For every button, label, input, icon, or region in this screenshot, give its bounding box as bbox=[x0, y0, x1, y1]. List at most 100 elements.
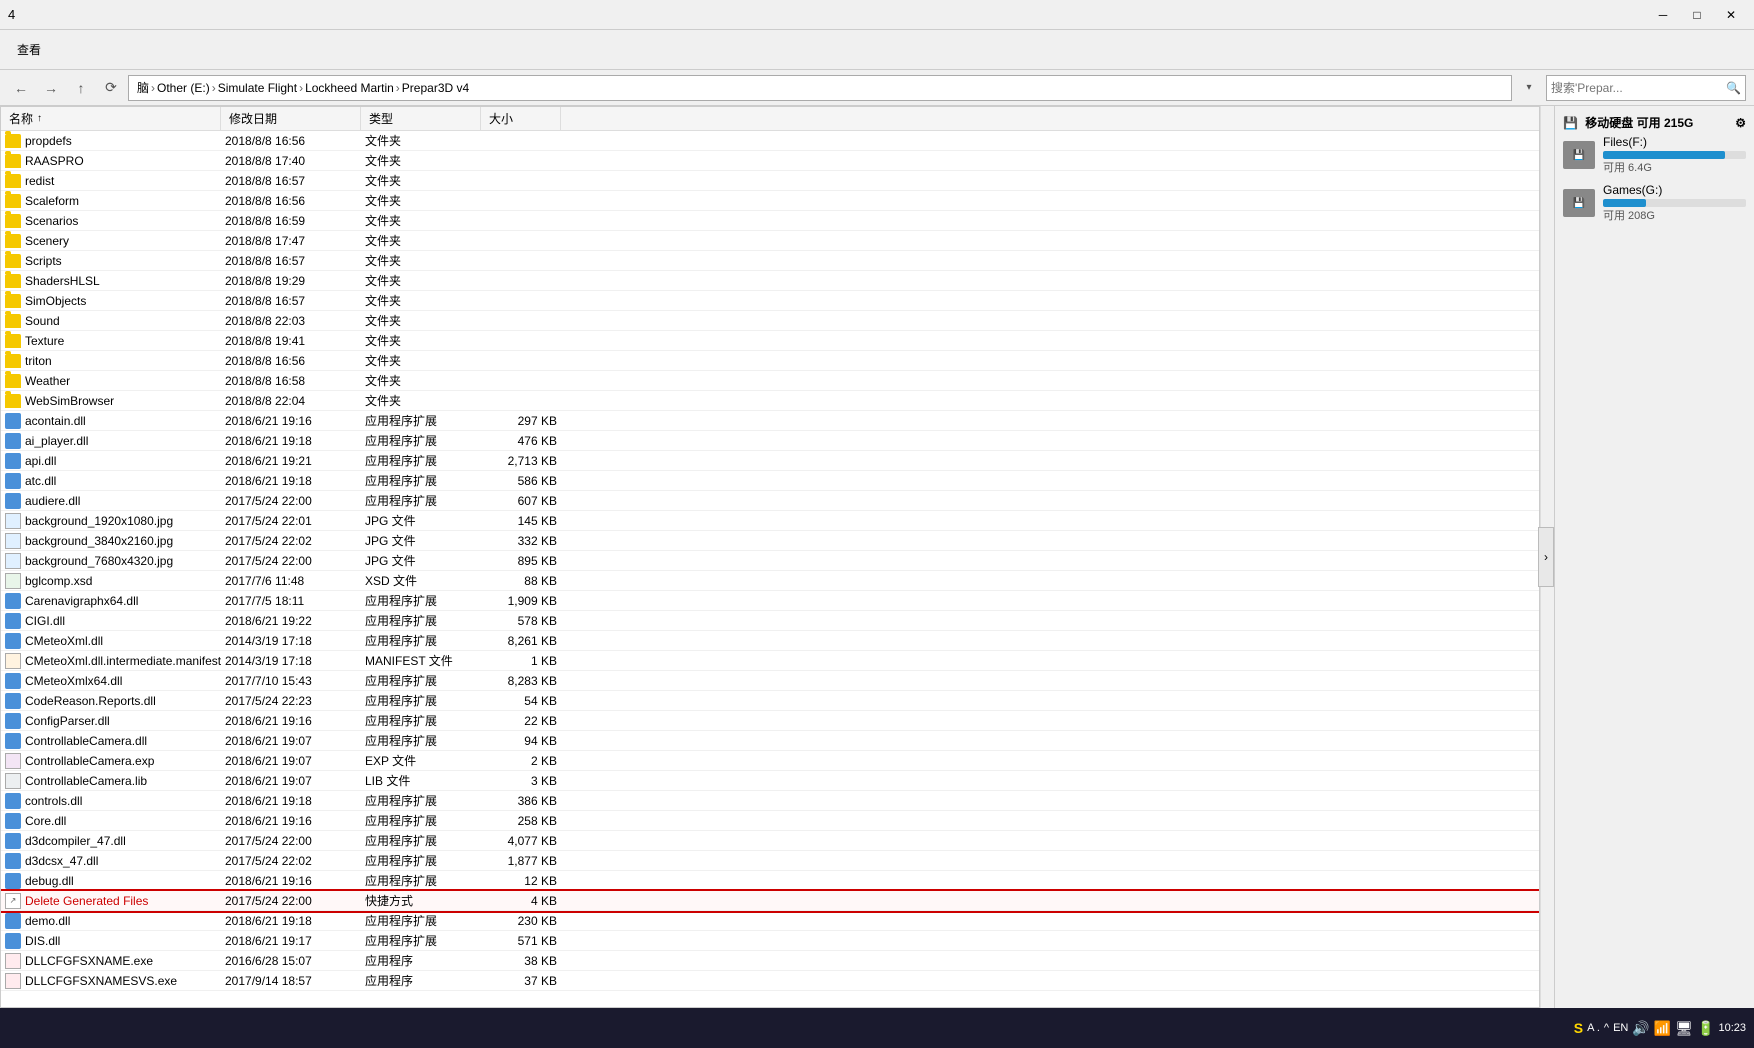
taskbar: S A . ^ EN 🔊 📶 🖥 🔋 10:23 bbox=[0, 1008, 1754, 1048]
file-type: 应用程序扩展 bbox=[361, 811, 481, 830]
file-date: 2018/8/8 16:59 bbox=[221, 211, 361, 230]
table-row[interactable]: d3dcompiler_47.dll2017/5/24 22:00应用程序扩展4… bbox=[1, 831, 1539, 851]
file-name-label: Scripts bbox=[25, 254, 62, 268]
table-row[interactable]: Core.dll2018/6/21 19:16应用程序扩展258 KB bbox=[1, 811, 1539, 831]
taskbar-battery-icon[interactable]: 🔋 bbox=[1697, 1020, 1714, 1037]
file-name-label: Core.dll bbox=[25, 814, 66, 828]
col-header-date[interactable]: 修改日期 bbox=[221, 107, 361, 130]
table-row[interactable]: SimObjects2018/8/8 16:57文件夹 bbox=[1, 291, 1539, 311]
file-type: 文件夹 bbox=[361, 351, 481, 370]
table-row[interactable]: triton2018/8/8 16:56文件夹 bbox=[1, 351, 1539, 371]
dropdown-button[interactable]: ▾ bbox=[1516, 75, 1542, 101]
table-row[interactable]: d3dcsx_47.dll2017/5/24 22:02应用程序扩展1,877 … bbox=[1, 851, 1539, 871]
table-row[interactable]: ↗Delete Generated Files2017/5/24 22:00快捷… bbox=[1, 891, 1539, 911]
table-row[interactable]: background_7680x4320.jpg2017/5/24 22:00J… bbox=[1, 551, 1539, 571]
file-type: MANIFEST 文件 bbox=[361, 651, 481, 670]
breadcrumb-other-e[interactable]: Other (E:) bbox=[157, 81, 210, 95]
maximize-button[interactable]: □ bbox=[1682, 5, 1712, 25]
table-row[interactable]: ControllableCamera.exp2018/6/21 19:07EXP… bbox=[1, 751, 1539, 771]
file-size: 3 KB bbox=[481, 771, 561, 790]
table-row[interactable]: WebSimBrowser2018/8/8 22:04文件夹 bbox=[1, 391, 1539, 411]
refresh-button[interactable]: ⟳ bbox=[98, 75, 124, 101]
taskbar-monitor-icon[interactable]: 🖥 bbox=[1675, 1020, 1693, 1037]
file-size bbox=[481, 311, 561, 330]
minimize-button[interactable]: ─ bbox=[1648, 5, 1678, 25]
col-header-size[interactable]: 大小 bbox=[481, 107, 561, 130]
view-button[interactable]: 查看 bbox=[8, 35, 50, 65]
folder-icon bbox=[5, 394, 21, 408]
table-row[interactable]: atc.dll2018/6/21 19:18应用程序扩展586 KB bbox=[1, 471, 1539, 491]
table-row[interactable]: CIGI.dll2018/6/21 19:22应用程序扩展578 KB bbox=[1, 611, 1539, 631]
table-row[interactable]: api.dll2018/6/21 19:21应用程序扩展2,713 KB bbox=[1, 451, 1539, 471]
close-button[interactable]: ✕ bbox=[1716, 5, 1746, 25]
search-input[interactable] bbox=[1551, 81, 1724, 95]
taskbar-up-icon: ^ bbox=[1604, 1022, 1609, 1034]
table-row[interactable]: ai_player.dll2018/6/21 19:18应用程序扩展476 KB bbox=[1, 431, 1539, 451]
taskbar-sound-icon[interactable]: 🔊 bbox=[1632, 1020, 1649, 1037]
table-row[interactable]: DLLCFGFSXNAMESVS.exe2017/9/14 18:57应用程序3… bbox=[1, 971, 1539, 991]
table-row[interactable]: CodeReason.Reports.dll2017/5/24 22:23应用程… bbox=[1, 691, 1539, 711]
table-row[interactable]: demo.dll2018/6/21 19:18应用程序扩展230 KB bbox=[1, 911, 1539, 931]
collapse-button[interactable]: › bbox=[1538, 527, 1554, 587]
table-row[interactable]: Sound2018/8/8 22:03文件夹 bbox=[1, 311, 1539, 331]
table-row[interactable]: Scaleform2018/8/8 16:56文件夹 bbox=[1, 191, 1539, 211]
back-button[interactable]: ← bbox=[8, 75, 34, 101]
col-header-type[interactable]: 类型 bbox=[361, 107, 481, 130]
file-name: CIGI.dll bbox=[1, 611, 221, 630]
file-type: JPG 文件 bbox=[361, 551, 481, 570]
table-row[interactable]: ControllableCamera.lib2018/6/21 19:07LIB… bbox=[1, 771, 1539, 791]
settings-icon[interactable]: ⚙ bbox=[1735, 116, 1746, 130]
file-name: propdefs bbox=[1, 131, 221, 150]
file-type: 文件夹 bbox=[361, 131, 481, 150]
table-row[interactable]: CMeteoXmlx64.dll2017/7/10 15:43应用程序扩展8,2… bbox=[1, 671, 1539, 691]
file-size: 2 KB bbox=[481, 751, 561, 770]
table-row[interactable]: Scenarios2018/8/8 16:59文件夹 bbox=[1, 211, 1539, 231]
table-row[interactable]: bglcomp.xsd2017/7/6 11:48XSD 文件88 KB bbox=[1, 571, 1539, 591]
table-row[interactable]: CMeteoXml.dll.intermediate.manifest2014/… bbox=[1, 651, 1539, 671]
search-icon[interactable]: 🔍 bbox=[1726, 81, 1741, 95]
table-row[interactable]: Carenavigraphx64.dll2017/7/5 18:11应用程序扩展… bbox=[1, 591, 1539, 611]
table-row[interactable]: Weather2018/8/8 16:58文件夹 bbox=[1, 371, 1539, 391]
breadcrumb-prepar3d[interactable]: Prepar3D v4 bbox=[402, 81, 469, 95]
file-name-label: demo.dll bbox=[25, 914, 70, 928]
table-row[interactable]: CMeteoXml.dll2014/3/19 17:18应用程序扩展8,261 … bbox=[1, 631, 1539, 651]
table-row[interactable]: DLLCFGFSXNAME.exe2016/6/28 15:07应用程序38 K… bbox=[1, 951, 1539, 971]
breadcrumb-simulate-flight[interactable]: Simulate Flight bbox=[218, 81, 297, 95]
dll-icon bbox=[5, 873, 21, 889]
file-size: 12 KB bbox=[481, 871, 561, 890]
file-name-label: Sound bbox=[25, 314, 60, 328]
forward-button[interactable]: → bbox=[38, 75, 64, 101]
file-type: JPG 文件 bbox=[361, 531, 481, 550]
table-row[interactable]: audiere.dll2017/5/24 22:00应用程序扩展607 KB bbox=[1, 491, 1539, 511]
col-header-name[interactable]: 名称 ↑ bbox=[1, 107, 221, 130]
table-row[interactable]: redist2018/8/8 16:57文件夹 bbox=[1, 171, 1539, 191]
window-number: 4 bbox=[8, 7, 15, 22]
table-row[interactable]: DIS.dll2018/6/21 19:17应用程序扩展571 KB bbox=[1, 931, 1539, 951]
address-path[interactable]: 脑 › Other (E:) › Simulate Flight › Lockh… bbox=[128, 75, 1512, 101]
table-row[interactable]: ConfigParser.dll2018/6/21 19:16应用程序扩展22 … bbox=[1, 711, 1539, 731]
file-date: 2014/3/19 17:18 bbox=[221, 651, 361, 670]
table-row[interactable]: acontain.dll2018/6/21 19:16应用程序扩展297 KB bbox=[1, 411, 1539, 431]
table-row[interactable]: ShadersHLSL2018/8/8 19:29文件夹 bbox=[1, 271, 1539, 291]
table-row[interactable]: debug.dll2018/6/21 19:16应用程序扩展12 KB bbox=[1, 871, 1539, 891]
taskbar-network-icon[interactable]: 📶 bbox=[1654, 1020, 1671, 1037]
table-row[interactable]: background_1920x1080.jpg2017/5/24 22:01J… bbox=[1, 511, 1539, 531]
breadcrumb-root[interactable]: 脑 bbox=[137, 79, 149, 96]
file-name: ConfigParser.dll bbox=[1, 711, 221, 730]
up-button[interactable]: ↑ bbox=[68, 75, 94, 101]
file-size: 1,877 KB bbox=[481, 851, 561, 870]
file-size bbox=[481, 391, 561, 410]
table-row[interactable]: Texture2018/8/8 19:41文件夹 bbox=[1, 331, 1539, 351]
table-row[interactable]: RAASPRO2018/8/8 17:40文件夹 bbox=[1, 151, 1539, 171]
table-row[interactable]: Scripts2018/8/8 16:57文件夹 bbox=[1, 251, 1539, 271]
table-row[interactable]: background_3840x2160.jpg2017/5/24 22:02J… bbox=[1, 531, 1539, 551]
file-type: 文件夹 bbox=[361, 151, 481, 170]
file-size bbox=[481, 231, 561, 250]
table-row[interactable]: ControllableCamera.dll2018/6/21 19:07应用程… bbox=[1, 731, 1539, 751]
dll-icon bbox=[5, 693, 21, 709]
file-size: 386 KB bbox=[481, 791, 561, 810]
breadcrumb-lockheed[interactable]: Lockheed Martin bbox=[305, 81, 394, 95]
table-row[interactable]: Scenery2018/8/8 17:47文件夹 bbox=[1, 231, 1539, 251]
table-row[interactable]: controls.dll2018/6/21 19:18应用程序扩展386 KB bbox=[1, 791, 1539, 811]
table-row[interactable]: propdefs2018/8/8 16:56文件夹 bbox=[1, 131, 1539, 151]
